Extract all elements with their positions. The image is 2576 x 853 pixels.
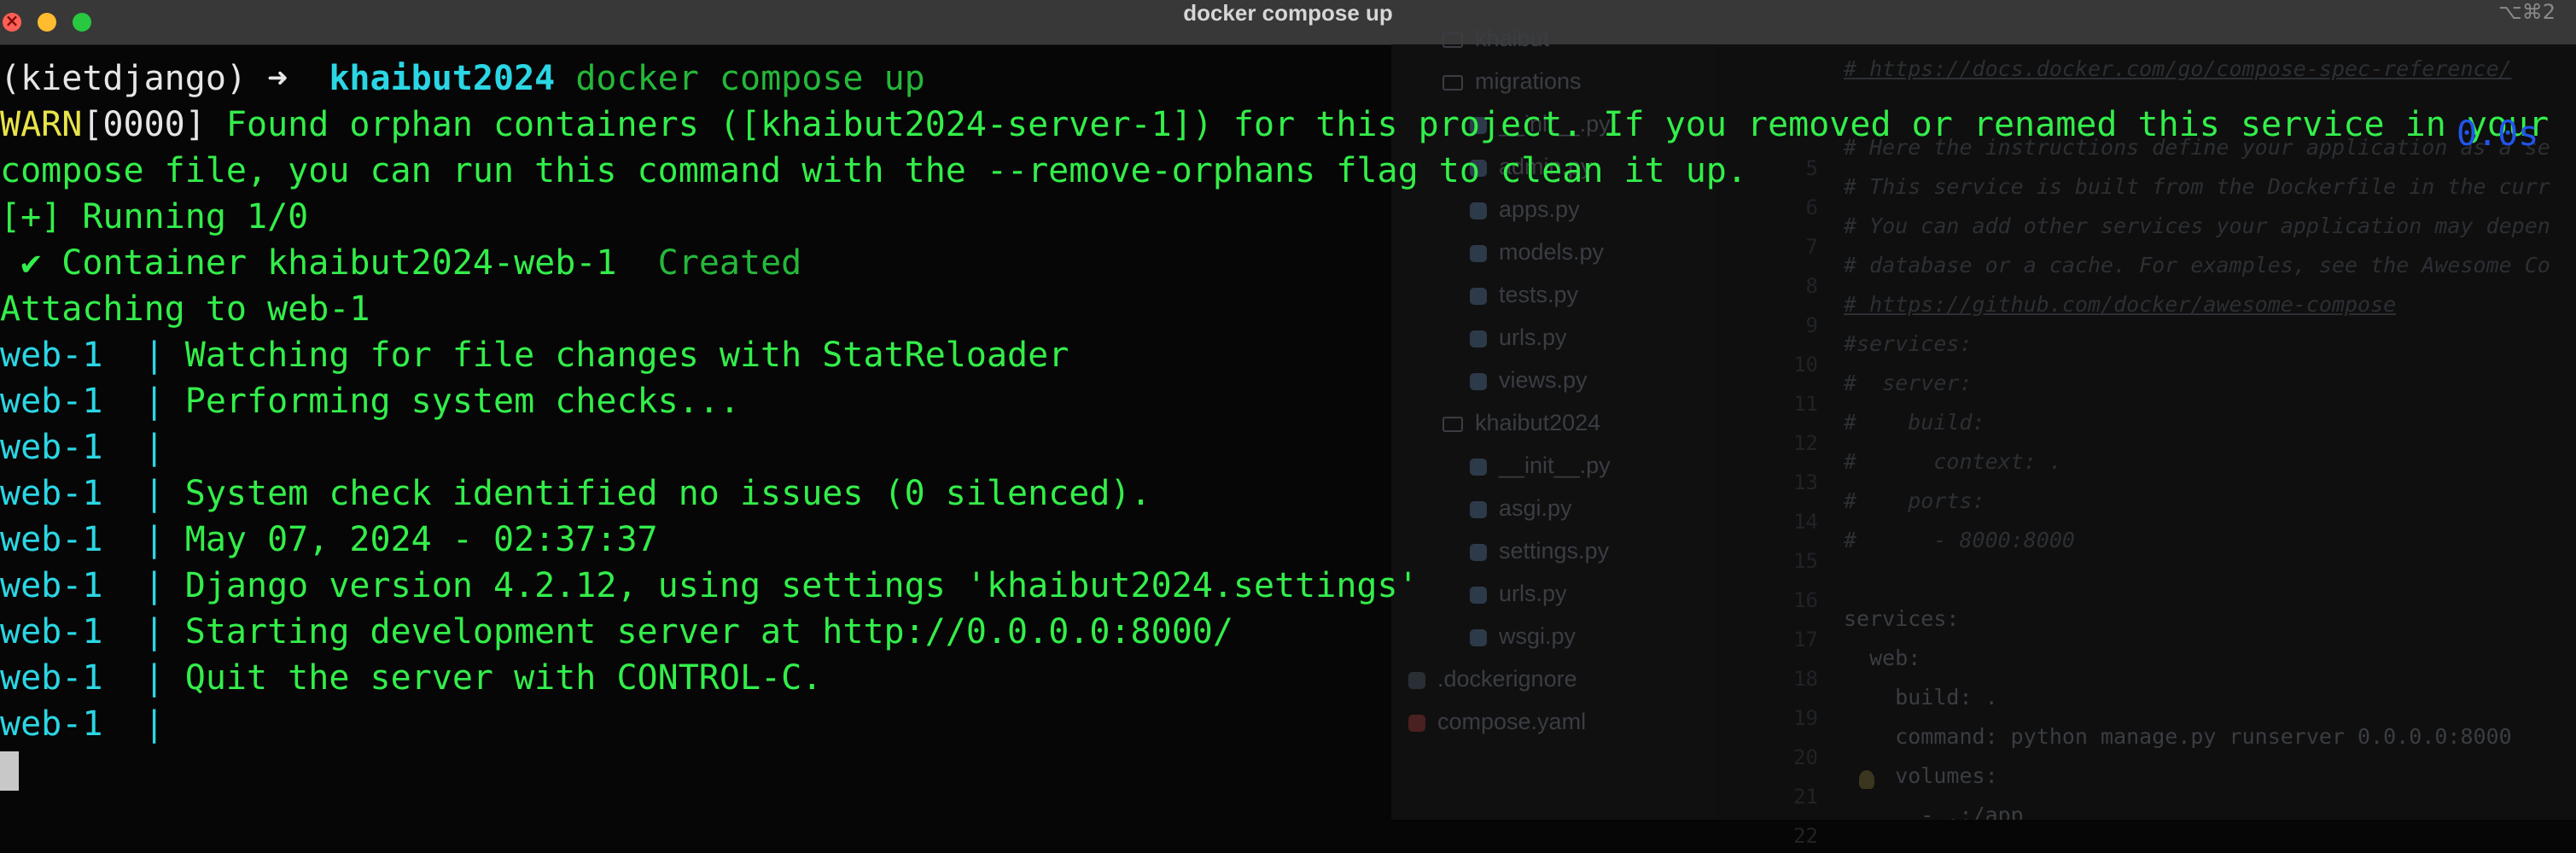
prompt-command: docker compose up: [575, 59, 925, 98]
log-message: Starting development server at http://0.…: [184, 612, 1233, 651]
warn-text-1: Found orphan containers ([khaibut2024-se…: [205, 105, 2550, 144]
log-message: May 07, 2024 - 02:37:37: [184, 520, 658, 559]
log-prefix: web-1 |: [0, 566, 185, 605]
log-message: System check identified no issues (0 sil…: [184, 474, 1151, 513]
terminal-output[interactable]: (kietdjango) ➜ khaibut2024 docker compos…: [0, 44, 2576, 820]
prompt-arrow-icon: ➜: [267, 59, 288, 98]
container-timer: 0.0s: [2457, 114, 2539, 154]
log-line: web-1 | Django version 4.2.12, using set…: [0, 563, 1419, 609]
log-prefix: web-1 |: [0, 428, 185, 467]
log-prefix: web-1 |: [0, 520, 185, 559]
running-line: [+] Running 1/0: [0, 194, 308, 240]
log-prefix: web-1 |: [0, 658, 185, 698]
log-line: web-1 |: [0, 424, 185, 470]
log-line: web-1 | May 07, 2024 - 02:37:37: [0, 517, 658, 563]
prompt-directory: khaibut2024: [329, 59, 556, 98]
running-status: [+] Running 1/0: [0, 197, 309, 237]
window-title: docker compose up: [1183, 0, 1393, 26]
log-prefix: web-1 |: [0, 612, 185, 651]
log-message: Django version 4.2.12, using settings 'k…: [184, 566, 1419, 605]
log-line: web-1 | System check identified no issue…: [0, 470, 1151, 517]
attaching-text: Attaching to web-1: [0, 289, 370, 329]
attaching-line: Attaching to web-1: [0, 286, 370, 332]
prompt-line: (kietdjango) ➜ khaibut2024 docker compos…: [0, 56, 925, 102]
log-message: Performing system checks...: [184, 382, 740, 421]
log-prefix: web-1 |: [0, 474, 185, 513]
log-line: web-1 | Performing system checks...: [0, 378, 740, 424]
line-number: 22: [1793, 824, 1818, 848]
log-line: web-1 | Watching for file changes with S…: [0, 332, 1069, 378]
container-status: Created: [657, 243, 802, 283]
container-label: Container khaibut2024-web-1: [61, 243, 617, 283]
prompt-env: (kietdjango): [0, 59, 247, 98]
log-prefix: web-1 |: [0, 382, 185, 421]
title-bar: docker compose up ⌥⌘2: [0, 0, 2576, 45]
log-prefix: web-1 |: [0, 336, 185, 375]
log-line: web-1 | Starting development server at h…: [0, 609, 1233, 655]
log-line: web-1 |: [0, 701, 185, 747]
warn-code: [0000]: [82, 105, 206, 144]
terminal-cursor: [0, 751, 19, 791]
container-line: ✔ Container khaibut2024-web-1 Created: [0, 240, 801, 286]
log-line: web-1 | Quit the server with CONTROL-C.: [0, 655, 822, 701]
warning-line-1: WARN[0000] Found orphan containers ([kha…: [0, 102, 2549, 148]
warn-tag: WARN: [0, 105, 83, 144]
warning-line-2: compose file, you can run this command w…: [0, 148, 1747, 194]
window-shortcut-label: ⌥⌘2: [2498, 0, 2556, 24]
check-mark-icon: ✔: [20, 243, 42, 283]
log-message: Watching for file changes with StatReloa…: [184, 336, 1069, 375]
warn-text-2: compose file, you can run this command w…: [0, 151, 1747, 190]
log-prefix: web-1 |: [0, 704, 185, 744]
log-message: Quit the server with CONTROL-C.: [184, 658, 823, 698]
